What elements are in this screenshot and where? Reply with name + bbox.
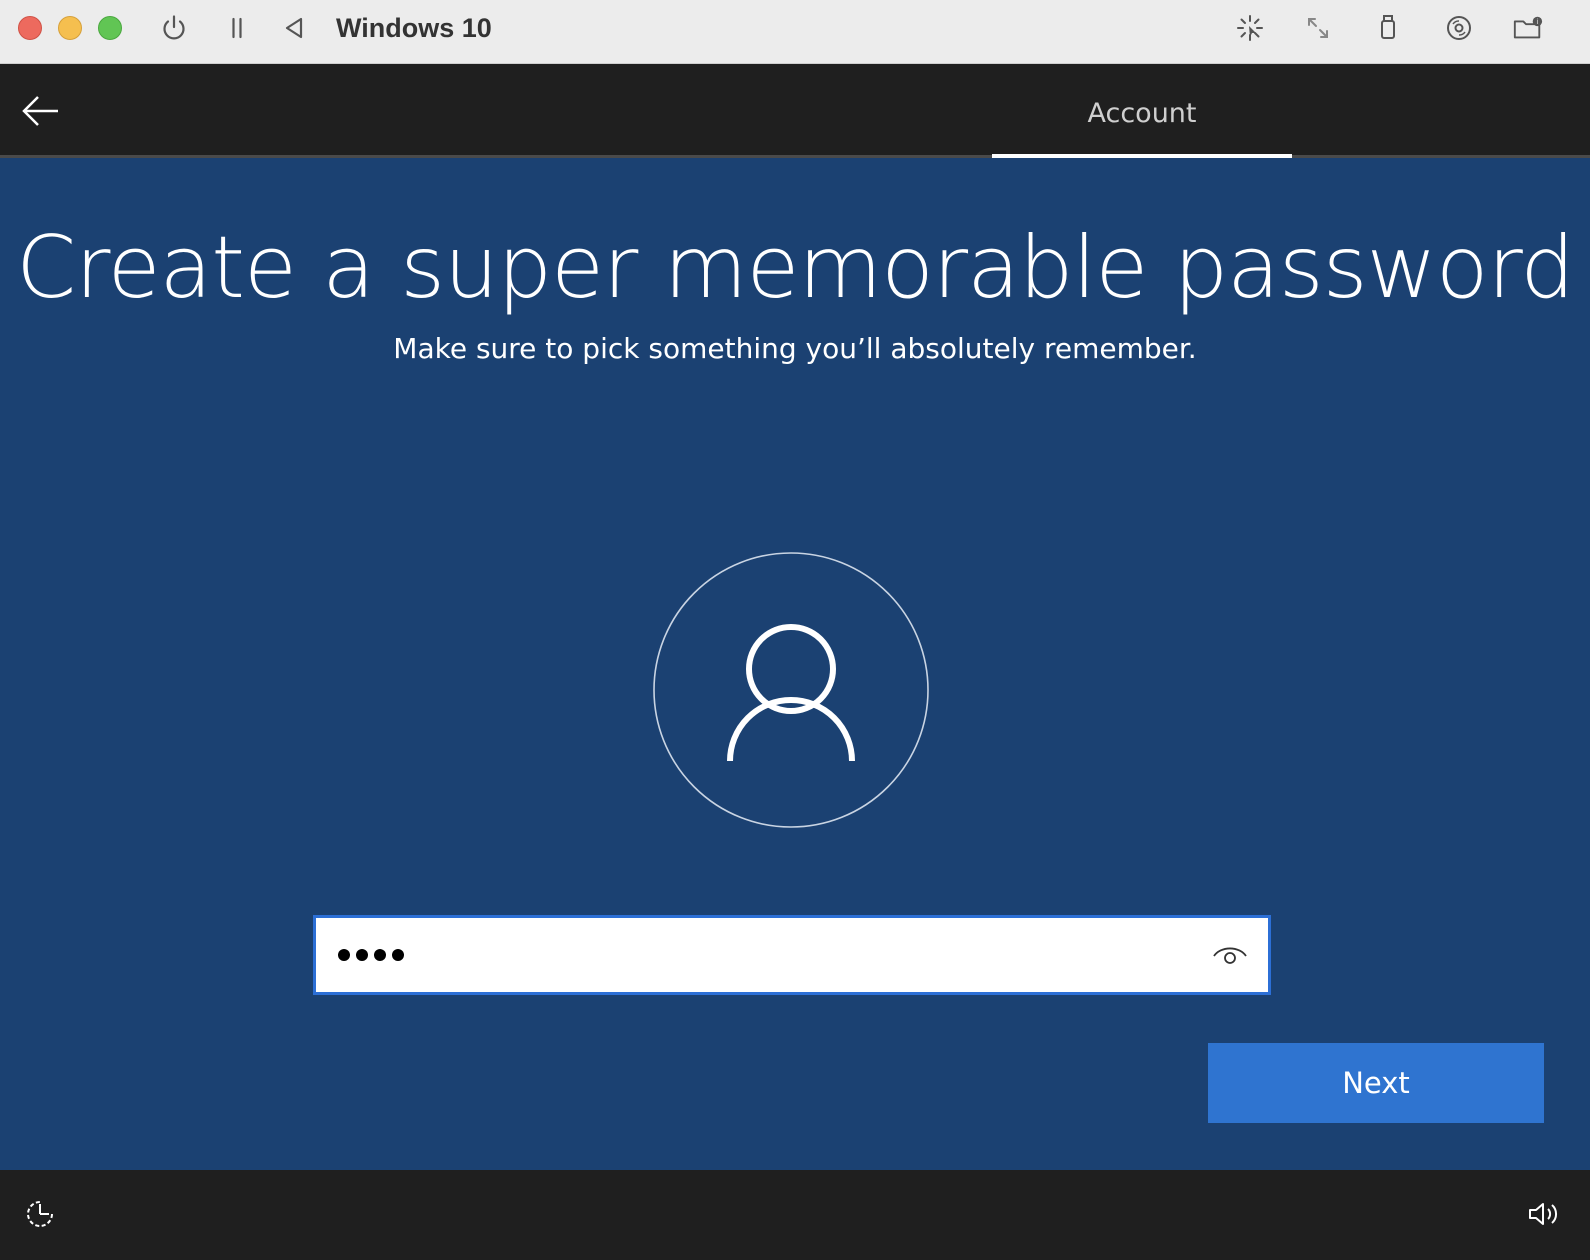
close-window-button[interactable] — [18, 16, 42, 40]
password-dot — [392, 949, 404, 961]
next-button[interactable]: Next — [1208, 1043, 1544, 1123]
oobe-header: Account — [0, 65, 1590, 158]
password-dot — [338, 949, 350, 961]
back-triangle-icon[interactable] — [278, 12, 310, 44]
ease-of-access-icon[interactable] — [20, 1194, 60, 1234]
back-arrow-icon[interactable] — [18, 91, 62, 131]
pause-icon[interactable] — [221, 12, 253, 44]
oobe-footer — [0, 1170, 1590, 1260]
disc-icon[interactable] — [1443, 12, 1475, 44]
eye-icon[interactable] — [1208, 934, 1252, 974]
user-icon — [652, 551, 930, 829]
svg-text:i: i — [1536, 18, 1538, 26]
minimize-window-button[interactable] — [58, 16, 82, 40]
vm-titlebar: Windows 10 i — [0, 0, 1590, 64]
vm-window: Windows 10 i Account Create a super memo… — [0, 0, 1590, 1260]
volume-icon[interactable] — [1522, 1194, 1566, 1234]
zoom-window-button[interactable] — [98, 16, 122, 40]
usb-icon[interactable] — [1372, 12, 1404, 44]
password-mask — [338, 918, 404, 992]
password-dot — [374, 949, 386, 961]
password-setup-page: Create a super memorable password Make s… — [0, 158, 1590, 1170]
page-subtitle: Make sure to pick something you’ll absol… — [393, 332, 1197, 365]
password-dot — [356, 949, 368, 961]
power-icon[interactable] — [158, 12, 190, 44]
tab-account: Account — [1087, 98, 1197, 129]
pointer-capture-icon[interactable] — [1234, 12, 1266, 44]
vm-title: Windows 10 — [336, 13, 492, 43]
shared-folder-icon[interactable]: i — [1512, 12, 1544, 44]
page-title: Create a super memorable password — [16, 218, 1575, 318]
password-input[interactable] — [313, 915, 1271, 995]
resize-icon[interactable] — [1302, 12, 1334, 44]
